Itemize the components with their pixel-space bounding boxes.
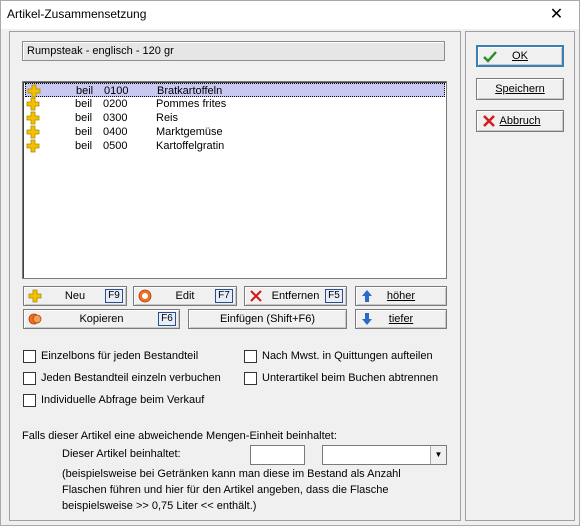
list-item[interactable]: beil 0400 Marktgemüse xyxy=(25,125,445,139)
copy-button-label: Kopieren xyxy=(79,313,124,325)
component-type: beil xyxy=(75,140,93,152)
unit-intro-text: Falls dieser Artikel eine abweichende Me… xyxy=(22,430,337,442)
component-type: beil xyxy=(75,112,93,124)
checkbox-box[interactable] xyxy=(23,350,36,363)
component-code: 0200 xyxy=(103,98,128,110)
cross-icon xyxy=(250,290,262,302)
list-item[interactable]: beil 0500 Kartoffelgratin xyxy=(25,139,445,153)
unit-hint-line3: beispielsweise >> 0,75 Liter << enthält.… xyxy=(62,500,257,512)
checkbox-box[interactable] xyxy=(244,350,257,363)
component-code: 0100 xyxy=(104,85,129,97)
mwst-label: Nach Mwst. in Quittungen aufteilen xyxy=(262,350,433,362)
unterartikel-label: Unterartikel beim Buchen abtrennen xyxy=(262,372,439,384)
einzelbons-label: Einzelbons für jeden Bestandteil xyxy=(41,350,199,362)
cancel-button-label: Abbruch xyxy=(499,115,541,127)
copy-key-hint: F6 xyxy=(158,312,176,326)
save-button-label: Speichern xyxy=(495,83,545,95)
arrow-up-icon xyxy=(362,290,372,302)
lifebuoy-icon xyxy=(138,289,152,303)
insert-button-label: Einfügen (Shift+F6) xyxy=(219,313,316,325)
checkbox-box[interactable] xyxy=(244,372,257,385)
copy-icon xyxy=(28,313,42,325)
checkbox-box[interactable] xyxy=(23,372,36,385)
save-button[interactable]: Speichern xyxy=(476,78,564,100)
new-button[interactable]: Neu F9 xyxy=(23,286,127,306)
title-bar: Artikel-Zusammensetzung ✕ xyxy=(1,1,579,29)
move-down-button-label: tiefer xyxy=(388,313,414,325)
component-name: Marktgemüse xyxy=(156,126,223,138)
dialog-window: Artikel-Zusammensetzung ✕ Rumpsteak - en… xyxy=(0,0,580,526)
unit-hint-line2: Flaschen führen und hier für den Artikel… xyxy=(62,484,389,496)
component-code: 0500 xyxy=(103,140,128,152)
checkmark-icon xyxy=(483,51,497,63)
component-name: Reis xyxy=(156,112,179,124)
list-item[interactable]: beil 0300 Reis xyxy=(25,111,445,125)
edit-button-label: Edit xyxy=(175,290,195,302)
component-type: beil xyxy=(75,126,93,138)
remove-key-hint: F5 xyxy=(325,289,343,303)
component-name: Kartoffelgratin xyxy=(156,140,225,152)
ok-button-label: OK xyxy=(512,50,528,62)
component-type: beil xyxy=(75,98,93,110)
plus-icon xyxy=(26,125,40,139)
components-list[interactable]: beil 0100 Bratkartoffeln beil 0200 Pomme… xyxy=(22,81,447,279)
plus-icon xyxy=(27,84,41,98)
plus-icon xyxy=(26,97,40,111)
new-key-hint: F9 xyxy=(105,289,123,303)
edit-key-hint: F7 xyxy=(215,289,233,303)
close-icon[interactable]: ✕ xyxy=(534,1,579,29)
new-button-label: Neu xyxy=(64,290,86,302)
move-up-button[interactable]: höher xyxy=(355,286,447,306)
insert-button[interactable]: Einfügen (Shift+F6) xyxy=(188,309,347,329)
einzeln-label: Jeden Bestandteil einzeln verbuchen xyxy=(41,372,221,384)
component-code: 0300 xyxy=(103,112,128,124)
remove-button-label: Entfernen xyxy=(271,290,320,302)
cancel-x-icon xyxy=(483,115,495,127)
checkbox-box[interactable] xyxy=(23,394,36,407)
component-type: beil xyxy=(76,85,94,97)
plus-icon xyxy=(26,139,40,153)
remove-button[interactable]: Entfernen F5 xyxy=(244,286,347,306)
button-panel xyxy=(465,31,575,521)
abfrage-label: Individuelle Abfrage beim Verkauf xyxy=(41,394,205,406)
move-down-button[interactable]: tiefer xyxy=(355,309,447,329)
ok-button[interactable]: OK xyxy=(476,45,564,67)
unit-quantity-input[interactable] xyxy=(250,445,305,465)
unit-select[interactable]: ▼ xyxy=(322,445,447,465)
window-title: Artikel-Zusammensetzung xyxy=(7,7,147,21)
edit-button[interactable]: Edit F7 xyxy=(133,286,237,306)
unit-label: Dieser Artikel beinhaltet: xyxy=(62,448,181,460)
component-name: Bratkartoffeln xyxy=(157,85,223,97)
plus-icon xyxy=(28,289,42,303)
article-name-field: Rumpsteak - englisch - 120 gr xyxy=(22,41,445,61)
component-code: 0400 xyxy=(103,126,128,138)
copy-button[interactable]: Kopieren F6 xyxy=(23,309,180,329)
arrow-down-icon xyxy=(362,313,372,325)
list-item[interactable]: beil 0200 Pommes frites xyxy=(25,97,445,111)
move-up-button-label: höher xyxy=(386,290,416,302)
cancel-button[interactable]: Abbruch xyxy=(476,110,564,132)
unit-hint-line1: (beispielsweise bei Getränken kann man d… xyxy=(62,468,401,480)
plus-icon xyxy=(26,111,40,125)
component-name: Pommes frites xyxy=(156,98,227,110)
list-item[interactable]: beil 0100 Bratkartoffeln xyxy=(25,83,445,98)
chevron-down-icon[interactable]: ▼ xyxy=(430,446,446,464)
